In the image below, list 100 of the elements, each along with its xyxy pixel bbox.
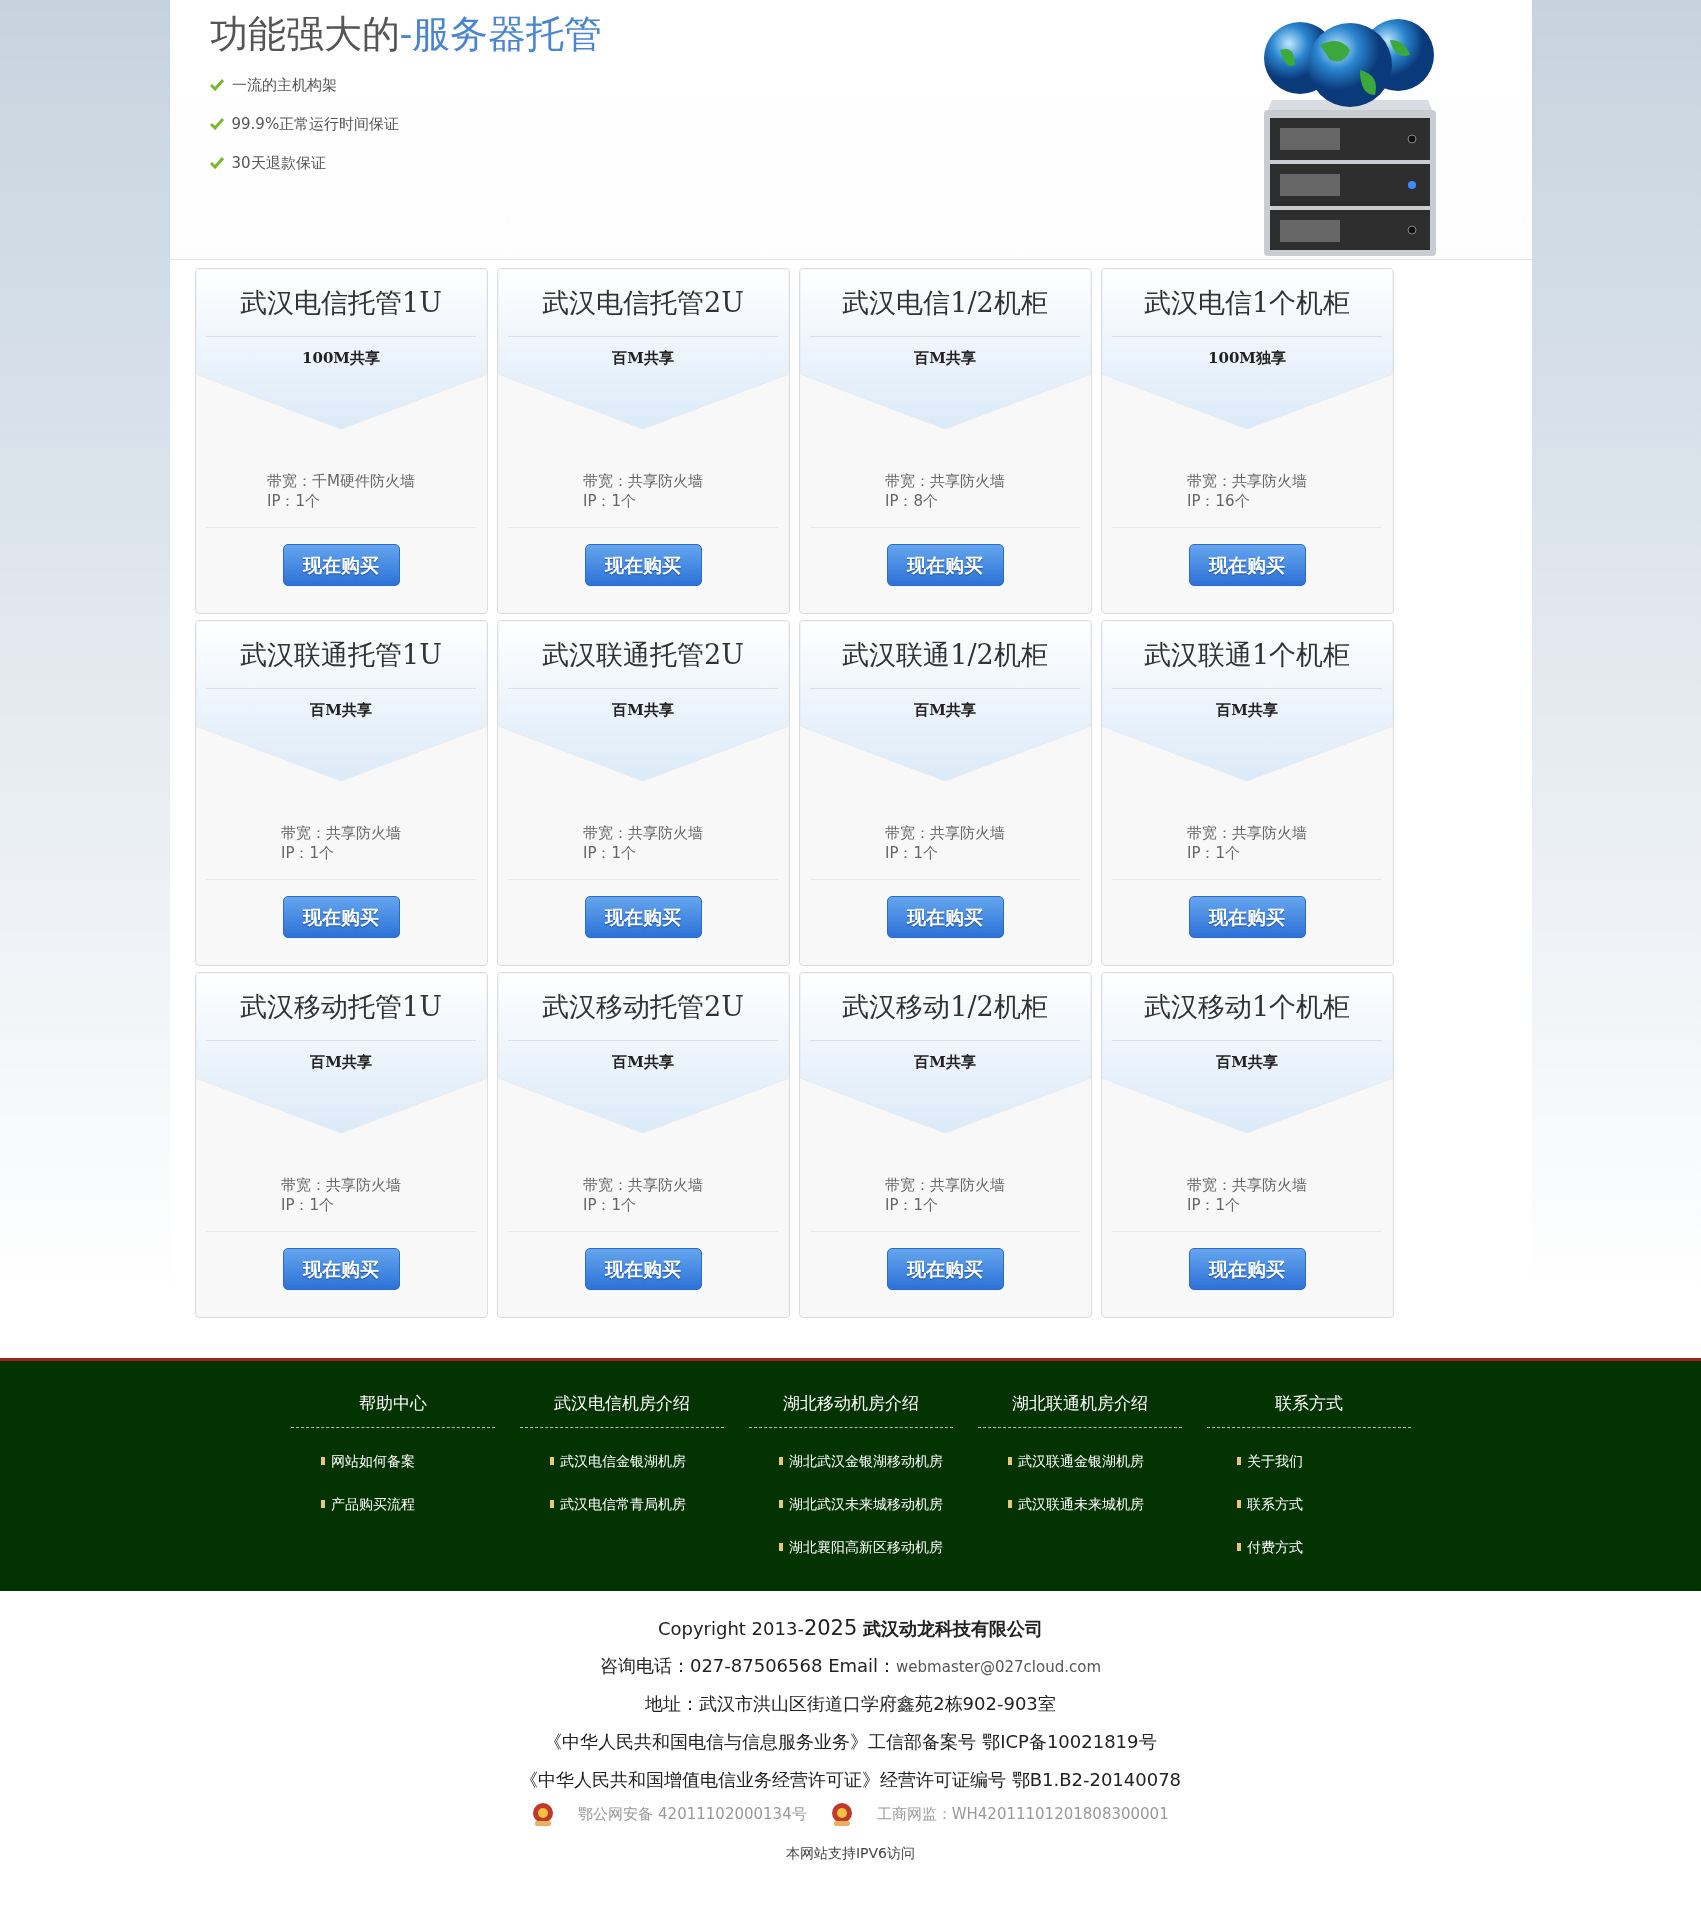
ip-text: IP：1个	[583, 491, 637, 511]
spec-text: 带宽：共享防火墙	[885, 823, 1005, 843]
spec-text: 带宽：共享防火墙	[281, 823, 401, 843]
spec-text: 带宽：共享防火墙	[583, 471, 703, 491]
spec-text: 带宽：共享防火墙	[281, 1175, 401, 1195]
ip-text: IP：1个	[1187, 843, 1241, 863]
plan-title: 武汉电信托管1U	[240, 286, 442, 320]
bullet-icon	[1007, 1457, 1012, 1465]
plan-title: 武汉移动托管1U	[240, 990, 442, 1024]
license-text: 《中华人民共和国电信与信息服务业务》工信部备案号 鄂ICP备10021819号	[544, 1731, 1157, 1752]
ip-text: IP：1个	[1187, 1195, 1241, 1215]
plan-title: 武汉联通托管1U	[240, 638, 442, 672]
address-text: 地址：武汉市洪山区街道口学府鑫苑2栋902-903室	[645, 1693, 1056, 1714]
bullet-icon	[320, 1457, 325, 1465]
plan-title: 武汉移动托管2U	[542, 990, 744, 1024]
buy-button[interactable]: 现在购买	[886, 544, 1004, 586]
footer-link[interactable]: 产品购买流程	[290, 1482, 495, 1526]
buy-button[interactable]: 现在购买	[584, 544, 702, 586]
footer-link[interactable]: 湖北武汉未来城移动机房	[748, 1482, 953, 1526]
emblem-icon	[532, 1802, 555, 1826]
plan-title: 武汉电信1个机柜	[1143, 286, 1351, 320]
ip-text: IP：1个	[583, 843, 637, 863]
footer-link[interactable]: 网站如何备案	[290, 1439, 495, 1483]
bullet-icon	[549, 1457, 554, 1465]
bandwidth-label: 百M共享	[612, 699, 674, 721]
bandwidth-label: 百M共享	[612, 1051, 674, 1073]
ip-text: IP：1个	[583, 1195, 637, 1215]
email-link[interactable]: webmaster@027cloud.com	[896, 1658, 1102, 1676]
spec-text: 带宽：共享防火墙	[1187, 1175, 1307, 1195]
footer-heading: 湖北移动机房介绍	[748, 1391, 953, 1428]
record-text[interactable]: 鄂公网安备 42011102000134号	[578, 1802, 807, 1826]
ip-text: IP：8个	[885, 491, 939, 511]
footer-link[interactable]: 武汉联通金银湖机房	[977, 1439, 1182, 1483]
bullet-icon	[778, 1500, 783, 1508]
plan-title: 武汉联通托管2U	[542, 638, 744, 672]
footer-link[interactable]: 联系方式	[1206, 1482, 1411, 1526]
ip-text: IP：16个	[1187, 491, 1251, 511]
buy-button[interactable]: 现在购买	[1188, 544, 1306, 586]
bandwidth-label: 100M独享	[1208, 347, 1286, 369]
bandwidth-label: 百M共享	[310, 1051, 372, 1073]
footer-link[interactable]: 湖北襄阳高新区移动机房	[748, 1525, 953, 1569]
plan-title: 武汉联通1/2机柜	[842, 638, 1048, 672]
spec-text: 带宽：共享防火墙	[885, 471, 1005, 491]
buy-button[interactable]: 现在购买	[282, 544, 400, 586]
ipv6-note: 本网站支持IPV6访问	[785, 1845, 916, 1861]
bullet-icon	[1007, 1500, 1012, 1508]
check-icon	[209, 157, 224, 170]
footer-link[interactable]: 湖北武汉金银湖移动机房	[748, 1439, 953, 1483]
footer-link[interactable]: 关于我们	[1206, 1439, 1411, 1483]
spec-text: 带宽：共享防火墙	[885, 1175, 1005, 1195]
feature-text: 99.9%正常运行时间保证	[231, 113, 400, 135]
check-icon	[209, 79, 224, 92]
emblem-icon	[830, 1802, 853, 1826]
footer-link[interactable]: 武汉联通未来城机房	[977, 1482, 1182, 1526]
ip-text: IP：1个	[267, 491, 322, 511]
bullet-icon	[778, 1457, 783, 1465]
buy-button[interactable]: 现在购买	[886, 1248, 1004, 1290]
footer-heading: 湖北联通机房介绍	[977, 1391, 1182, 1428]
buy-button[interactable]: 现在购买	[584, 1248, 702, 1290]
bullet-icon	[1236, 1457, 1241, 1465]
ip-text: IP：1个	[885, 1195, 939, 1215]
buy-button[interactable]: 现在购买	[282, 1248, 400, 1290]
copyright-text: Copyright 2013-2025	[657, 1618, 858, 1639]
footer-heading: 帮助中心	[290, 1391, 495, 1428]
bullet-icon	[1236, 1500, 1241, 1508]
buy-button[interactable]: 现在购买	[1188, 896, 1306, 938]
company-name: 武汉动龙科技有限公司	[863, 1618, 1044, 1639]
footer-link[interactable]: 付费方式	[1206, 1525, 1411, 1569]
plan-title: 武汉联通1个机柜	[1143, 638, 1351, 672]
plan-title: 武汉电信托管2U	[542, 286, 744, 320]
hero-title: 功能强大的-服务器托管	[209, 12, 604, 58]
spec-text: 带宽：千M硬件防火墙	[267, 471, 415, 491]
footer-link[interactable]: 武汉电信常青局机房	[519, 1482, 724, 1526]
buy-button[interactable]: 现在购买	[584, 896, 702, 938]
check-icon	[209, 118, 224, 131]
bullet-icon	[320, 1500, 325, 1508]
record-text[interactable]: 工商网监：WH42011101201808300001	[876, 1802, 1169, 1826]
contact-text: 咨询电话：027-87506568 Email：	[599, 1655, 897, 1676]
footer-link[interactable]: 武汉电信金银湖机房	[519, 1439, 724, 1483]
bandwidth-label: 百M共享	[310, 699, 372, 721]
spec-text: 带宽：共享防火墙	[1187, 823, 1307, 843]
buy-button[interactable]: 现在购买	[886, 896, 1004, 938]
buy-button[interactable]: 现在购买	[282, 896, 400, 938]
bandwidth-label: 百M共享	[914, 699, 976, 721]
ip-text: IP：1个	[281, 1195, 335, 1215]
spec-text: 带宽：共享防火墙	[583, 1175, 703, 1195]
plan-title: 武汉移动1/2机柜	[842, 990, 1048, 1024]
plan-title: 武汉电信1/2机柜	[842, 286, 1048, 320]
ip-text: IP：1个	[281, 843, 335, 863]
bandwidth-label: 百M共享	[914, 347, 976, 369]
bandwidth-label: 百M共享	[1216, 699, 1278, 721]
ip-text: IP：1个	[885, 843, 939, 863]
plan-title: 武汉移动1个机柜	[1143, 990, 1351, 1024]
feature-text: 一流的主机构架	[231, 74, 337, 96]
bandwidth-label: 百M共享	[914, 1051, 976, 1073]
bandwidth-label: 100M共享	[302, 347, 380, 369]
license-text: 《中华人民共和国增值电信业务经营许可证》经营许可证编号 鄂B1.B2-20140078	[519, 1769, 1182, 1790]
buy-button[interactable]: 现在购买	[1188, 1248, 1306, 1290]
bullet-icon	[778, 1543, 783, 1551]
bandwidth-label: 百M共享	[612, 347, 674, 369]
